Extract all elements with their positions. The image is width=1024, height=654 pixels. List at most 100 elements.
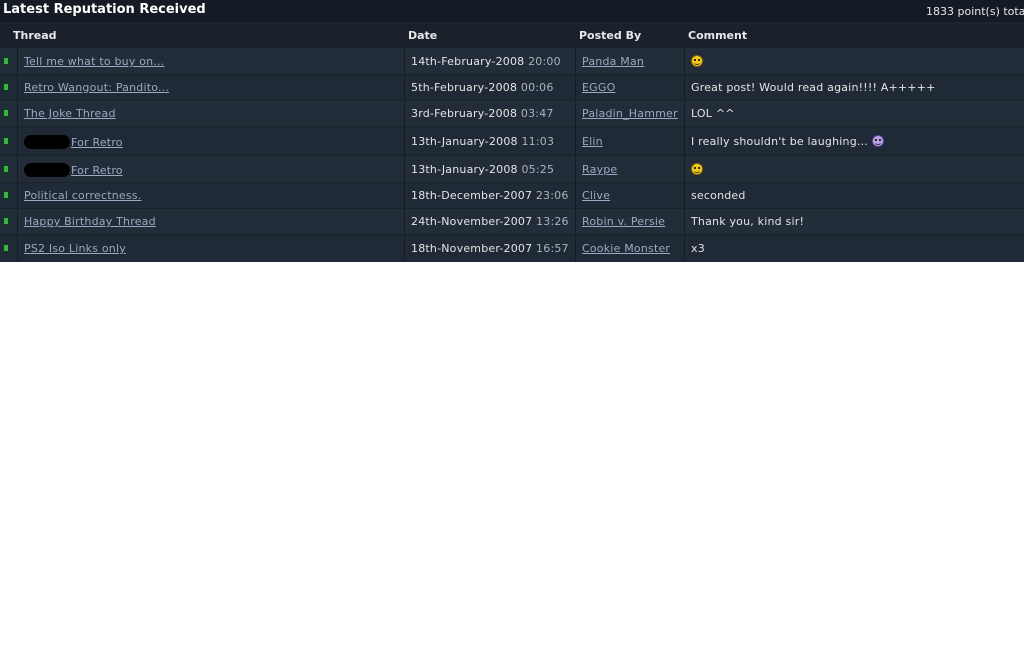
poster-link[interactable]: Robin v. Persie xyxy=(582,215,665,228)
comment-text: LOL ^^ xyxy=(691,107,735,120)
column-divider xyxy=(575,209,576,235)
column-divider xyxy=(17,156,18,183)
column-divider xyxy=(17,183,18,209)
column-divider xyxy=(17,75,18,101)
comment-cell xyxy=(691,55,703,68)
row-bullet-icon xyxy=(3,109,9,117)
poster-link[interactable]: Raype xyxy=(582,163,617,176)
comment-text: seconded xyxy=(691,189,746,202)
column-divider xyxy=(404,75,405,101)
thread-cell: For Retro xyxy=(24,163,123,177)
post-time: 03:47 xyxy=(520,107,554,120)
thread-cell: Happy Birthday Thread xyxy=(24,215,156,228)
thread-link[interactable]: For Retro xyxy=(71,164,123,177)
comment-cell xyxy=(691,163,703,176)
column-header-date: Date xyxy=(408,29,438,42)
date-cell: 18th-December-2007 23:06 xyxy=(411,189,569,202)
redacted-mark xyxy=(24,163,70,177)
row-bullet-icon xyxy=(3,191,9,199)
panel-header: Latest Reputation Received 1833 point(s)… xyxy=(0,0,1024,22)
table-row: For Retro 13th-January-2008 05:25 Raype xyxy=(0,155,1024,183)
thread-cell: Retro Wangout: Pandito... xyxy=(24,81,169,94)
post-date: 18th-December-2007 xyxy=(411,189,533,202)
poster-link[interactable]: Cookie Monster xyxy=(582,242,670,255)
post-time: 05:25 xyxy=(521,163,555,176)
poster-link[interactable]: Panda Man xyxy=(582,55,644,68)
comment-text: Great post! Would read again!!!! A+++++ xyxy=(691,81,936,94)
post-time: 23:06 xyxy=(535,189,569,202)
column-header-comment: Comment xyxy=(688,29,748,42)
date-cell: 13th-January-2008 05:25 xyxy=(411,163,554,176)
column-divider xyxy=(684,235,685,262)
thread-link[interactable]: The Joke Thread xyxy=(24,107,116,120)
post-date: 3rd-February-2008 xyxy=(411,107,518,120)
poster-link[interactable]: Paladin_Hammer xyxy=(582,107,678,120)
column-divider xyxy=(404,48,405,75)
post-time: 20:00 xyxy=(528,55,561,68)
column-divider xyxy=(684,127,685,156)
table-row: Political correctness. 18th-December-2007… xyxy=(0,182,1024,209)
column-divider xyxy=(575,101,576,127)
poster-link[interactable]: Elin xyxy=(582,135,603,148)
date-cell: 5th-February-2008 00:06 xyxy=(411,81,554,94)
column-divider xyxy=(404,156,405,183)
comment-text: I really shouldn't be laughing... xyxy=(691,135,868,148)
comment-text: Thank you, kind sir! xyxy=(691,215,805,228)
column-divider xyxy=(404,235,405,262)
column-divider xyxy=(575,48,576,75)
thread-cell: Political correctness. xyxy=(24,189,141,202)
column-divider xyxy=(684,75,685,101)
column-divider xyxy=(17,209,18,235)
column-divider xyxy=(404,101,405,127)
comment-cell: I really shouldn't be laughing... xyxy=(691,135,884,148)
row-bullet-icon xyxy=(3,244,9,252)
post-date: 24th-November-2007 xyxy=(411,215,533,228)
thread-cell: The Joke Thread xyxy=(24,107,116,120)
column-divider xyxy=(575,183,576,209)
column-divider xyxy=(404,127,405,156)
row-bullet-icon xyxy=(3,57,9,65)
column-divider xyxy=(17,127,18,156)
comment-cell: LOL ^^ xyxy=(691,107,735,120)
post-date: 13th-January-2008 xyxy=(411,135,518,148)
table-row: The Joke Thread 3rd-February-2008 03:47 Pa… xyxy=(0,100,1024,127)
column-divider xyxy=(17,101,18,127)
column-header-thread: Thread xyxy=(13,29,57,42)
post-time: 13:26 xyxy=(536,215,569,228)
date-cell: 18th-November-2007 16:57 xyxy=(411,242,569,255)
column-divider xyxy=(17,48,18,75)
column-divider xyxy=(684,209,685,235)
column-divider xyxy=(684,101,685,127)
comment-cell: Thank you, kind sir! xyxy=(691,215,804,228)
table-row: Retro Wangout: Pandito... 5th-February-20… xyxy=(0,74,1024,101)
column-divider xyxy=(575,75,576,101)
column-divider xyxy=(575,127,576,156)
post-date: 18th-November-2007 xyxy=(411,242,533,255)
comment-cell: seconded xyxy=(691,189,746,202)
row-bullet-icon xyxy=(3,83,9,91)
thread-cell: For Retro xyxy=(24,135,123,149)
column-divider xyxy=(17,235,18,262)
thread-link[interactable]: Political correctness. xyxy=(24,189,141,202)
post-time: 16:57 xyxy=(536,242,569,255)
smiley-yellow-icon xyxy=(691,55,703,67)
poster-link[interactable]: Clive xyxy=(582,189,610,202)
column-divider xyxy=(684,183,685,209)
column-divider xyxy=(684,48,685,75)
post-date: 14th-February-2008 xyxy=(411,55,525,68)
column-divider xyxy=(575,235,576,262)
smiley-yellow-icon xyxy=(691,163,703,175)
thread-cell: PS2 Iso Links only xyxy=(24,242,126,255)
thread-link[interactable]: Happy Birthday Thread xyxy=(24,215,156,228)
column-divider xyxy=(684,156,685,183)
thread-link[interactable]: Tell me what to buy on... xyxy=(24,55,164,68)
poster-link[interactable]: EGGO xyxy=(582,81,615,94)
date-cell: 3rd-February-2008 03:47 xyxy=(411,107,554,120)
thread-link[interactable]: For Retro xyxy=(71,136,123,149)
thread-link[interactable]: Retro Wangout: Pandito... xyxy=(24,81,169,94)
smiley-purple-icon xyxy=(871,135,884,147)
thread-link[interactable]: PS2 Iso Links only xyxy=(24,242,126,255)
column-header-posted-by: Posted By xyxy=(579,29,642,42)
row-bullet-icon xyxy=(3,137,9,145)
date-cell: 14th-February-2008 20:00 xyxy=(411,55,561,68)
